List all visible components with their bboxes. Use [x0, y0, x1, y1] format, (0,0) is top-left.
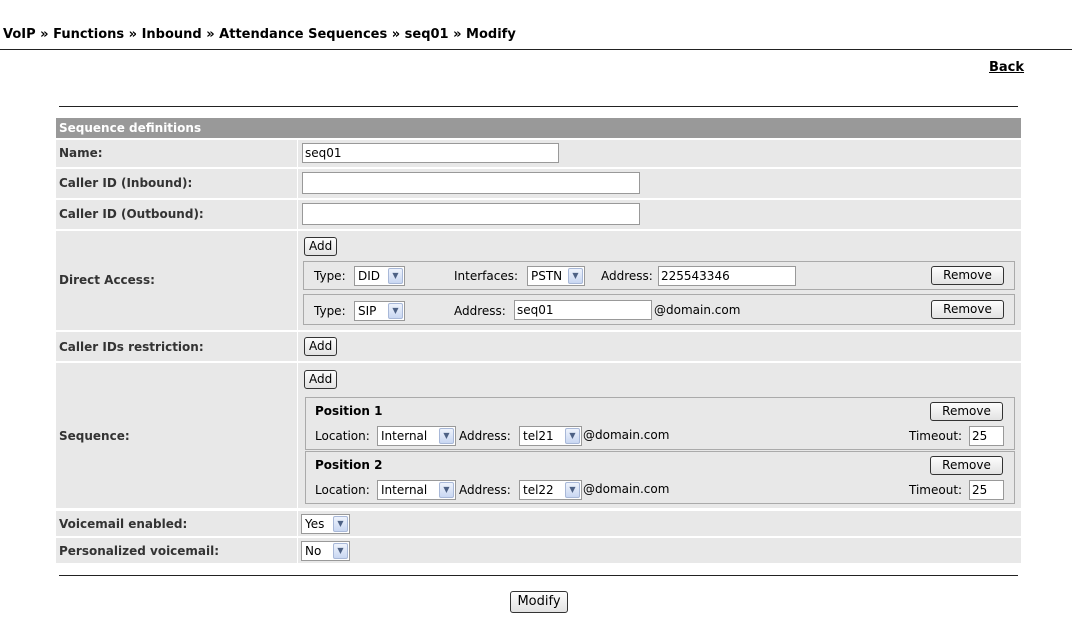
position-address-select[interactable]: tel22 ▼	[519, 480, 582, 500]
direct-access-label: Direct Access:	[59, 273, 155, 287]
voicemail-enabled-row: Voicemail enabled: Yes ▼	[56, 511, 1021, 536]
position-remove-button[interactable]: Remove	[930, 402, 1003, 421]
position-location-select[interactable]: Internal ▼	[377, 426, 456, 446]
caller-id-inbound-input[interactable]	[302, 172, 640, 194]
chevron-down-icon: ▼	[439, 428, 454, 444]
sequence-position: Position 2 Remove Location: Internal ▼ A…	[305, 451, 1015, 504]
sequence-label: Sequence:	[59, 429, 130, 443]
sequence-position: Position 1 Remove Location: Internal ▼ A…	[305, 397, 1015, 450]
caller-id-outbound-label: Caller ID (Outbound):	[59, 207, 204, 221]
position-remove-button[interactable]: Remove	[930, 456, 1003, 475]
direct-access-address-input[interactable]	[658, 266, 796, 286]
direct-access-add-button[interactable]: Add	[304, 237, 337, 256]
chevron-down-icon: ▼	[565, 482, 580, 498]
back-link[interactable]: Back	[989, 60, 1024, 75]
sequence-add-button[interactable]: Add	[304, 370, 337, 389]
form-top-divider	[59, 106, 1018, 107]
personalized-voicemail-label: Personalized voicemail:	[59, 544, 220, 558]
direct-access-type-select[interactable]: SIP ▼	[354, 301, 405, 321]
name-label: Name:	[59, 146, 103, 160]
name-input[interactable]	[302, 143, 559, 163]
name-row: Name:	[56, 140, 1021, 167]
domain-suffix: @domain.com	[583, 482, 670, 496]
direct-access-type-select[interactable]: DID ▼	[354, 266, 405, 286]
chevron-down-icon: ▼	[568, 268, 583, 284]
direct-access-interface-select[interactable]: PSTN ▼	[527, 266, 585, 286]
direct-access-remove-button[interactable]: Remove	[931, 300, 1004, 319]
breadcrumb: VoIP » Functions » Inbound » Attendance …	[3, 27, 516, 42]
personalized-voicemail-row: Personalized voicemail: No ▼	[56, 538, 1021, 563]
direct-access-row: Direct Access: Add Type: DID ▼ Interface…	[56, 231, 1021, 330]
chevron-down-icon: ▼	[565, 428, 580, 444]
chevron-down-icon: ▼	[439, 482, 454, 498]
position-title: Position 1	[315, 404, 383, 418]
domain-suffix: @domain.com	[654, 303, 741, 317]
position-title: Position 2	[315, 458, 383, 472]
position-location-select[interactable]: Internal ▼	[377, 480, 456, 500]
sequence-row: Sequence: Add Position 1 Remove Location…	[56, 363, 1021, 508]
caller-id-inbound-row: Caller ID (Inbound):	[56, 169, 1021, 198]
section-title: Sequence definitions	[56, 118, 1021, 138]
form-bottom-divider	[59, 575, 1018, 576]
caller-ids-restriction-add-button[interactable]: Add	[304, 337, 337, 356]
direct-access-remove-button[interactable]: Remove	[931, 266, 1004, 285]
caller-id-inbound-label: Caller ID (Inbound):	[59, 176, 193, 190]
chevron-down-icon: ▼	[333, 543, 348, 559]
modify-button[interactable]: Modify	[510, 591, 568, 613]
direct-access-entry: Type: SIP ▼ Address: @domain.com Remove	[303, 294, 1015, 325]
domain-suffix: @domain.com	[583, 428, 670, 442]
chevron-down-icon: ▼	[388, 303, 403, 319]
position-timeout-input[interactable]	[969, 480, 1004, 500]
caller-ids-restriction-row: Caller IDs restriction: Add	[56, 332, 1021, 361]
chevron-down-icon: ▼	[333, 516, 348, 532]
caller-id-outbound-input[interactable]	[302, 203, 640, 225]
voicemail-enabled-label: Voicemail enabled:	[59, 517, 188, 531]
voicemail-enabled-select[interactable]: Yes ▼	[301, 514, 350, 534]
position-timeout-input[interactable]	[969, 426, 1004, 446]
position-address-select[interactable]: tel21 ▼	[519, 426, 582, 446]
header-divider	[0, 49, 1072, 50]
caller-id-outbound-row: Caller ID (Outbound):	[56, 200, 1021, 229]
personalized-voicemail-select[interactable]: No ▼	[301, 541, 350, 561]
chevron-down-icon: ▼	[388, 268, 403, 284]
direct-access-entry: Type: DID ▼ Interfaces: PSTN ▼ Address: …	[303, 261, 1015, 290]
direct-access-address-input[interactable]	[514, 300, 652, 320]
caller-ids-restriction-label: Caller IDs restriction:	[59, 340, 204, 354]
